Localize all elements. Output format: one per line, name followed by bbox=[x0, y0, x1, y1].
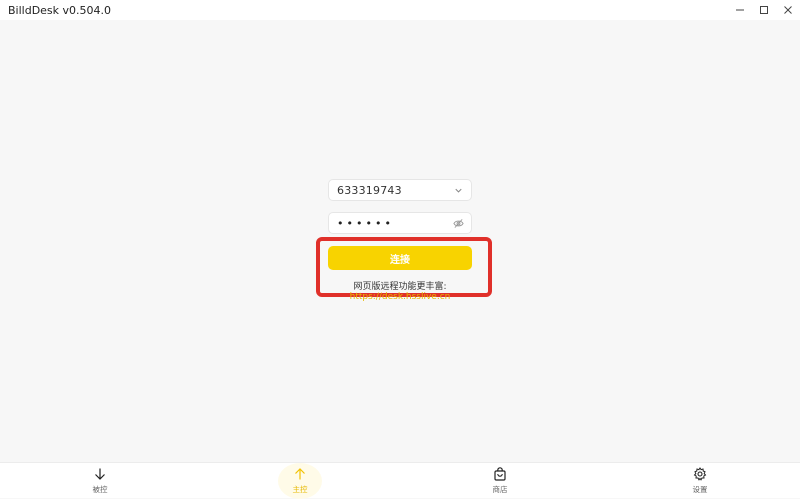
connect-button[interactable]: 连接 bbox=[328, 246, 472, 270]
minimize-icon bbox=[736, 9, 744, 11]
nav-label: 被控 bbox=[92, 485, 108, 494]
maximize-button[interactable] bbox=[752, 0, 776, 20]
window-controls bbox=[728, 0, 800, 20]
eye-off-icon[interactable] bbox=[453, 218, 464, 229]
title-bar: BilldDesk v0.504.0 bbox=[0, 0, 800, 20]
bottom-nav: 被控 主控 商店 设置 bbox=[0, 462, 800, 499]
nav-label: 主控 bbox=[292, 485, 308, 494]
close-button[interactable] bbox=[776, 0, 800, 20]
web-hint-text: 网页版远程功能更丰富: bbox=[353, 282, 447, 292]
nav-label: 商店 bbox=[492, 485, 508, 494]
main-panel: 633319743 •••••• 连接 网页版远程功能更丰富: https://… bbox=[0, 20, 800, 462]
window-title: BilldDesk v0.504.0 bbox=[8, 3, 112, 17]
gear-icon bbox=[693, 467, 707, 481]
nav-label: 设置 bbox=[692, 485, 708, 494]
device-id-value: 633319743 bbox=[337, 183, 402, 197]
maximize-icon bbox=[760, 6, 768, 14]
chevron-down-icon[interactable] bbox=[453, 185, 464, 196]
password-field[interactable]: •••••• bbox=[328, 212, 472, 234]
nav-item-controlled[interactable]: 被控 bbox=[70, 463, 130, 499]
shopping-bag-icon bbox=[493, 467, 507, 481]
nav-item-store[interactable]: 商店 bbox=[470, 463, 530, 499]
web-link[interactable]: https://desk.hsslive.cn bbox=[0, 292, 800, 302]
arrow-down-icon bbox=[93, 467, 107, 481]
arrow-up-icon bbox=[293, 467, 307, 481]
device-id-select[interactable]: 633319743 bbox=[328, 179, 472, 201]
minimize-button[interactable] bbox=[728, 0, 752, 20]
password-value: •••••• bbox=[337, 216, 394, 230]
close-icon bbox=[784, 6, 792, 14]
nav-item-settings[interactable]: 设置 bbox=[670, 463, 730, 499]
nav-item-controller[interactable]: 主控 bbox=[270, 463, 330, 499]
